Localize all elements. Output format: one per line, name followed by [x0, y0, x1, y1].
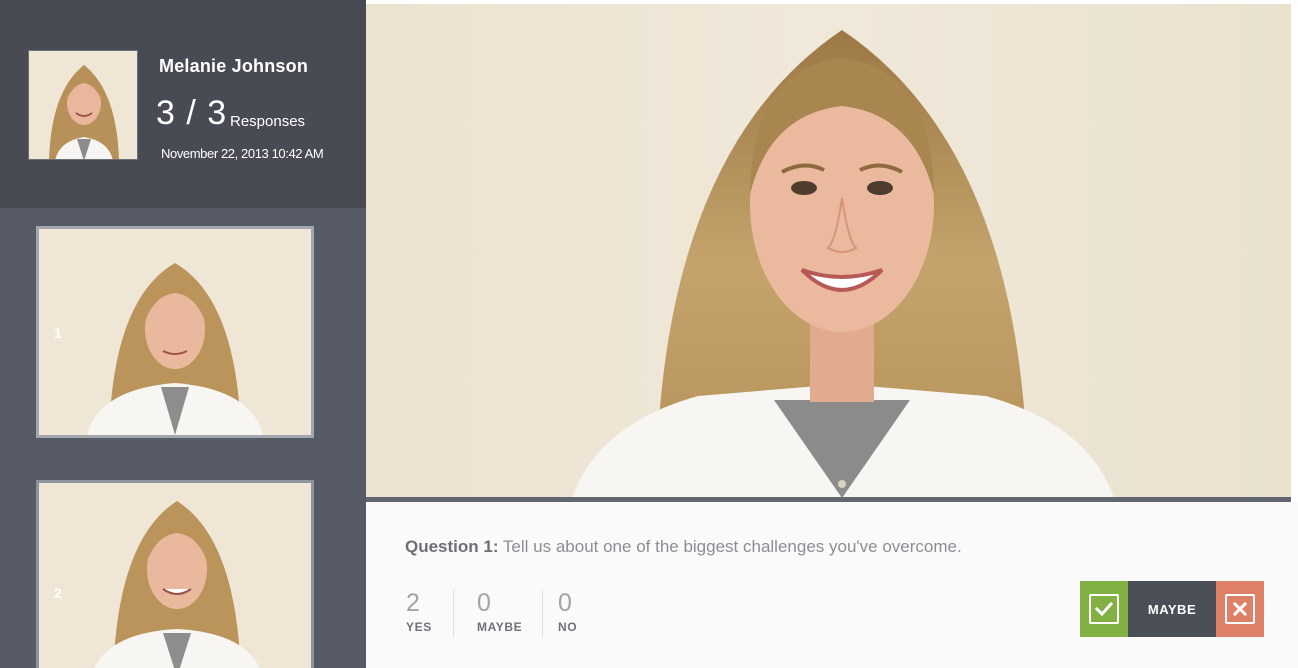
candidate-profile-card: Melanie Johnson 3 / 3 Responses November…	[0, 0, 366, 208]
thumbnail-number: 1	[54, 325, 62, 341]
close-icon	[1225, 594, 1255, 624]
no-label: NO	[558, 620, 578, 634]
question-text: Question 1: Tell us about one of the big…	[405, 537, 962, 557]
response-thumbnail-1[interactable]: 1	[36, 226, 314, 438]
response-video-player[interactable]	[366, 4, 1291, 498]
responses-count: 3 / 3	[156, 94, 228, 132]
tally-divider	[453, 590, 454, 638]
tally-divider	[542, 590, 543, 638]
no-button[interactable]	[1216, 581, 1264, 637]
sidebar: Melanie Johnson 3 / 3 Responses November…	[0, 0, 366, 668]
rating-buttons: MAYBE	[1080, 581, 1264, 637]
thumbnail-photo	[39, 229, 311, 435]
thumbnail-photo	[39, 483, 311, 668]
responses-label: Responses	[230, 113, 306, 130]
maybe-button[interactable]: MAYBE	[1128, 581, 1216, 637]
thumbnail-number: 2	[54, 585, 62, 601]
no-count: 0	[558, 589, 572, 617]
tally-maybe: 0 MAYBE	[477, 588, 522, 634]
tally-no: 0 NO	[558, 588, 577, 634]
response-thumbnail-2[interactable]: 2	[36, 480, 314, 668]
yes-button[interactable]	[1080, 581, 1128, 637]
maybe-label: MAYBE	[477, 620, 523, 634]
yes-count: 2	[406, 589, 420, 617]
tally-yes: 2 YES	[406, 588, 432, 634]
maybe-count: 0	[477, 589, 491, 617]
video-frame	[366, 4, 1291, 498]
check-icon	[1089, 594, 1119, 624]
yes-label: YES	[406, 620, 432, 634]
response-timestamp: November 22, 2013 10:42 AM	[161, 146, 324, 161]
question-body: Tell us about one of the biggest challen…	[498, 537, 962, 556]
avatar	[28, 50, 138, 160]
avatar-photo	[29, 51, 137, 159]
question-label: Question 1:	[405, 537, 499, 556]
candidate-name: Melanie Johnson	[159, 56, 309, 76]
